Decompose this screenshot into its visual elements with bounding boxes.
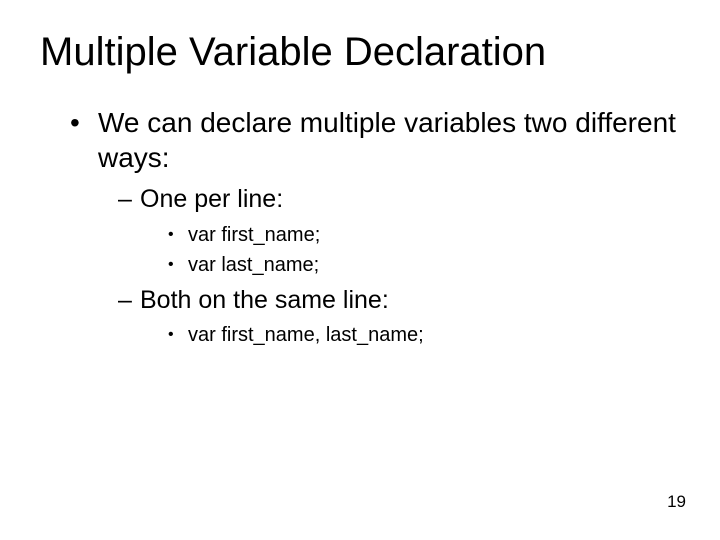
code-text: var last_name; [188, 254, 319, 276]
list-item: Both on the same line: var first_name, l… [118, 284, 680, 349]
list-item: var first_name; [168, 222, 680, 248]
bullet-list-level2: One per line: var first_name; var last_n… [118, 183, 680, 348]
list-item: We can declare multiple variables two di… [70, 105, 680, 348]
bullet-text: Both on the same line: [140, 286, 389, 314]
page-number: 19 [667, 492, 686, 512]
slide: Multiple Variable Declaration We can dec… [0, 0, 720, 540]
bullet-text: We can declare multiple variables two di… [98, 107, 676, 173]
list-item: var first_name, last_name; [168, 322, 680, 348]
bullet-list-level3: var first_name, last_name; [168, 322, 680, 348]
bullet-list-level3: var first_name; var last_name; [168, 222, 680, 278]
bullet-list-level1: We can declare multiple variables two di… [70, 105, 680, 348]
bullet-text: One per line: [140, 185, 283, 213]
slide-title: Multiple Variable Declaration [40, 30, 680, 75]
code-text: var first_name; [188, 224, 320, 246]
list-item: var last_name; [168, 252, 680, 278]
list-item: One per line: var first_name; var last_n… [118, 183, 680, 278]
code-text: var first_name, last_name; [188, 324, 424, 346]
